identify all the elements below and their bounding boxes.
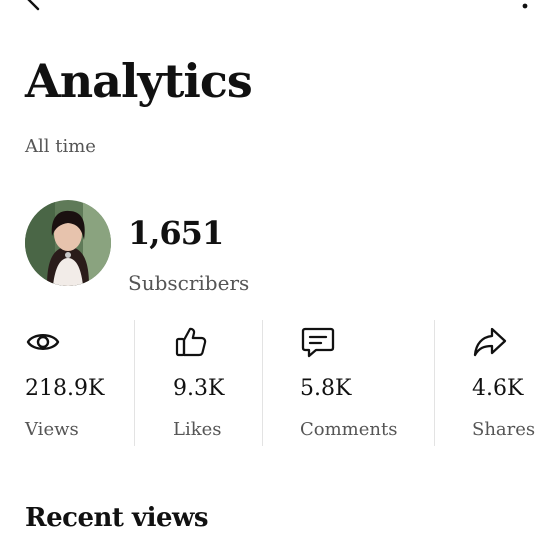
stat-likes[interactable]: 9.3K Likes xyxy=(173,318,253,448)
share-icon xyxy=(472,324,508,360)
more-options-button[interactable] xyxy=(514,0,536,14)
stat-divider xyxy=(134,320,135,446)
stat-comments[interactable]: 5.8K Comments xyxy=(300,318,425,448)
thumbs-up-icon xyxy=(173,324,209,360)
top-bar xyxy=(0,0,560,20)
stat-views[interactable]: 218.9K Views xyxy=(25,318,125,448)
eye-icon xyxy=(25,324,61,360)
comment-icon xyxy=(300,324,336,360)
subscribers-count: 1,651 xyxy=(128,214,224,252)
views-label: Views xyxy=(25,419,79,440)
page-title: Analytics xyxy=(25,54,253,108)
stat-divider xyxy=(434,320,435,446)
back-button[interactable] xyxy=(22,0,48,12)
stat-shares[interactable]: 4.6K Shares xyxy=(472,318,558,448)
comments-label: Comments xyxy=(300,419,398,440)
views-value: 218.9K xyxy=(25,376,105,401)
likes-label: Likes xyxy=(173,419,222,440)
recent-views-heading: Recent views xyxy=(25,503,209,533)
avatar xyxy=(25,200,111,286)
time-period-label: All time xyxy=(25,136,96,157)
shares-label: Shares xyxy=(472,419,536,440)
comments-value: 5.8K xyxy=(300,376,352,401)
more-vert-icon xyxy=(522,3,528,9)
subscribers-label: Subscribers xyxy=(128,271,250,295)
stat-divider xyxy=(262,320,263,446)
likes-value: 9.3K xyxy=(173,376,225,401)
back-arrow-icon xyxy=(27,0,40,11)
shares-value: 4.6K xyxy=(472,376,524,401)
